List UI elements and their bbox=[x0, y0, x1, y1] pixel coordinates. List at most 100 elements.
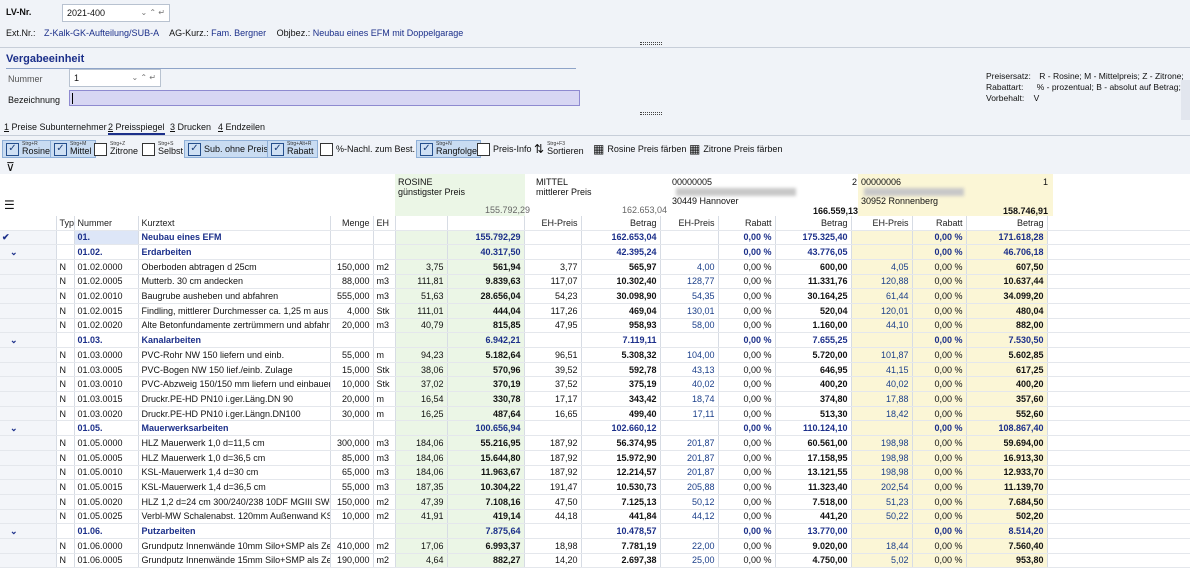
cell-nummer[interactable]: 01.03.0005 bbox=[74, 362, 139, 378]
cell-typ[interactable]: N bbox=[56, 553, 75, 569]
cell-bid2-betrag[interactable]: 59.694,00 bbox=[966, 435, 1048, 451]
cell-eh[interactable]: m2 bbox=[373, 509, 396, 525]
col-bid2-rabatt[interactable]: Rabatt bbox=[912, 216, 967, 231]
table-row[interactable]: N 01.02.0010 Baugrube ausheben und abfahre… bbox=[0, 288, 1190, 304]
cell-kurztext[interactable]: Grundputz Innenwände 10mm Silo+SMP als Z… bbox=[138, 538, 331, 554]
cell-bid1-ehpreis[interactable]: 18,74 bbox=[660, 391, 719, 407]
cell-bid1-betrag[interactable]: 11.331,76 bbox=[775, 274, 852, 290]
cell-rosine-ehpreis[interactable]: 37,02 bbox=[395, 376, 448, 393]
cell-rosine-betrag[interactable]: 7.108,16 bbox=[447, 494, 525, 510]
cell-mittel-betrag[interactable]: 343,42 bbox=[581, 391, 661, 407]
cell-bid1-betrag[interactable]: 110.124,10 bbox=[775, 420, 852, 437]
sub-ohne-preis-toggle[interactable]: ✓ Sub. ohne Preis bbox=[184, 140, 273, 158]
cell-nummer[interactable]: 01.05.0000 bbox=[74, 435, 139, 451]
cell-mittel-ehpreis[interactable]: 39,52 bbox=[524, 362, 582, 378]
cell-bid2-ehpreis[interactable]: 18,42 bbox=[851, 406, 913, 422]
col-typ[interactable]: Typ bbox=[56, 216, 75, 231]
cell-bid2-ehpreis[interactable] bbox=[851, 244, 913, 260]
cell-rosine-betrag[interactable]: 7.875,64 bbox=[447, 523, 525, 539]
cell-nummer[interactable]: 01.05.0010 bbox=[74, 465, 139, 481]
cell-bid1-betrag[interactable]: 13.770,00 bbox=[775, 523, 852, 539]
cell-bid2-betrag[interactable]: 171.618,28 bbox=[966, 230, 1048, 246]
cell-bid2-rabatt[interactable]: 0,00 % bbox=[912, 435, 967, 451]
cell-bid2-betrag[interactable]: 10.637,44 bbox=[966, 274, 1048, 290]
cell-bid1-rabatt[interactable]: 0,00 % bbox=[718, 465, 776, 481]
cell-mittel-ehpreis[interactable]: 187,92 bbox=[524, 450, 582, 466]
col-mittel-ehpreis[interactable]: EH-Preis bbox=[524, 216, 582, 231]
col-bid1-betrag[interactable]: Betrag bbox=[775, 216, 852, 231]
cell-typ[interactable]: N bbox=[56, 288, 75, 304]
cell-nummer[interactable]: 01.05.0020 bbox=[74, 494, 139, 510]
group-row[interactable]: ⌄ 01.06. Putzarbeiten 7.875,64 10.478,57 0,00… bbox=[0, 523, 1190, 539]
cell-rosine-ehpreis[interactable]: 111,01 bbox=[395, 303, 448, 319]
cell-mittel-ehpreis[interactable]: 117,26 bbox=[524, 303, 582, 319]
cell-bid1-rabatt[interactable]: 0,00 % bbox=[718, 450, 776, 466]
cell-rosine-betrag[interactable]: 370,19 bbox=[447, 376, 525, 393]
cell-kurztext[interactable]: Baugrube ausheben und abfahren bbox=[138, 288, 331, 304]
cell-rosine-betrag[interactable]: 6.942,21 bbox=[447, 332, 525, 348]
cell-bid1-rabatt[interactable]: 0,00 % bbox=[718, 303, 776, 319]
cell-mittel-betrag[interactable]: 7.119,11 bbox=[581, 332, 661, 348]
cell-bid1-betrag[interactable]: 9.020,00 bbox=[775, 538, 852, 554]
table-row[interactable]: N 01.05.0015 KSL-Mauerwerk 1,4 d=36,5 cm 55… bbox=[0, 479, 1190, 495]
cell-mittel-ehpreis[interactable]: 47,95 bbox=[524, 318, 582, 334]
cell-bid2-ehpreis[interactable]: 198,98 bbox=[851, 435, 913, 451]
expand-chevron-icon[interactable]: ⌄ bbox=[0, 332, 57, 348]
cell-bid1-betrag[interactable]: 60.561,00 bbox=[775, 435, 852, 451]
cell-mittel-betrag[interactable]: 10.478,57 bbox=[581, 523, 661, 539]
cell-rosine-ehpreis[interactable]: 51,63 bbox=[395, 288, 448, 304]
cell-bid2-rabatt[interactable]: 0,00 % bbox=[912, 244, 967, 260]
cell-bid1-rabatt[interactable]: 0,00 % bbox=[718, 274, 776, 290]
cell-eh[interactable]: m3 bbox=[373, 274, 396, 290]
cell-bid2-betrag[interactable]: 108.867,40 bbox=[966, 420, 1048, 437]
cell-typ[interactable]: N bbox=[56, 347, 75, 363]
cell-mittel-ehpreis[interactable] bbox=[524, 332, 582, 348]
cell-bid2-rabatt[interactable]: 0,00 % bbox=[912, 406, 967, 422]
cell-rosine-betrag[interactable]: 100.656,94 bbox=[447, 420, 525, 437]
col-bid1-rabatt[interactable]: Rabatt bbox=[718, 216, 776, 231]
cell-mittel-betrag[interactable]: 7.781,19 bbox=[581, 538, 661, 554]
cell-menge[interactable]: 20,000 bbox=[330, 318, 374, 334]
cell-mittel-betrag[interactable]: 7.125,13 bbox=[581, 494, 661, 510]
cell-menge[interactable]: 10,000 bbox=[330, 376, 374, 393]
cell-bid1-ehpreis[interactable]: 54,35 bbox=[660, 288, 719, 304]
cell-mittel-ehpreis[interactable] bbox=[524, 523, 582, 539]
cell-bid2-ehpreis[interactable]: 120,01 bbox=[851, 303, 913, 319]
cell-bid1-betrag[interactable]: 374,80 bbox=[775, 391, 852, 407]
cell-kurztext[interactable]: Grundputz Innenwände 15mm Silo+SMP als Z… bbox=[138, 553, 331, 569]
cell-kurztext[interactable]: PVC-Bogen NW 150 lief./einb. Zulage bbox=[138, 362, 331, 378]
cell-menge[interactable] bbox=[330, 523, 374, 539]
cell-mittel-betrag[interactable]: 30.098,90 bbox=[581, 288, 661, 304]
cell-typ[interactable] bbox=[56, 230, 75, 246]
cell-eh[interactable]: m bbox=[373, 347, 396, 363]
cell-bid2-ehpreis[interactable]: 61,44 bbox=[851, 288, 913, 304]
cell-bid1-ehpreis[interactable]: 58,00 bbox=[660, 318, 719, 334]
cell-typ[interactable]: N bbox=[56, 406, 75, 422]
cell-mittel-ehpreis[interactable]: 117,07 bbox=[524, 274, 582, 290]
cell-nummer[interactable]: 01. bbox=[74, 230, 139, 246]
cell-bid2-rabatt[interactable]: 0,00 % bbox=[912, 230, 967, 246]
cell-menge[interactable]: 190,000 bbox=[330, 553, 374, 569]
cell-bid1-ehpreis[interactable]: 130,01 bbox=[660, 303, 719, 319]
cell-bid2-ehpreis[interactable]: 202,54 bbox=[851, 479, 913, 495]
cell-bid2-ehpreis[interactable]: 41,15 bbox=[851, 362, 913, 378]
rangfolge-toggle[interactable]: ✓ Strg+N Rangfolge bbox=[416, 140, 482, 158]
cell-bid1-betrag[interactable]: 5.720,00 bbox=[775, 347, 852, 363]
col-eh[interactable]: EH bbox=[373, 216, 396, 231]
cell-bid1-ehpreis[interactable]: 201,87 bbox=[660, 435, 719, 451]
cell-eh[interactable]: m2 bbox=[373, 538, 396, 554]
cell-rosine-betrag[interactable]: 10.304,22 bbox=[447, 479, 525, 495]
cell-bid2-rabatt[interactable]: 0,00 % bbox=[912, 553, 967, 569]
cell-bid1-ehpreis[interactable] bbox=[660, 523, 719, 539]
cell-mittel-betrag[interactable]: 2.697,38 bbox=[581, 553, 661, 569]
cell-bid2-ehpreis[interactable]: 44,10 bbox=[851, 318, 913, 334]
col-bid2-betrag[interactable]: Betrag bbox=[966, 216, 1048, 231]
cell-bid2-rabatt[interactable]: 0,00 % bbox=[912, 362, 967, 378]
cell-bid2-ehpreis[interactable]: 198,98 bbox=[851, 465, 913, 481]
cell-bid1-rabatt[interactable]: 0,00 % bbox=[718, 538, 776, 554]
cell-bid2-betrag[interactable]: 5.602,85 bbox=[966, 347, 1048, 363]
cell-bid2-ehpreis[interactable] bbox=[851, 230, 913, 246]
cell-nummer[interactable]: 01.02.0015 bbox=[74, 303, 139, 319]
cell-eh[interactable] bbox=[373, 420, 396, 437]
cell-bid1-rabatt[interactable]: 0,00 % bbox=[718, 376, 776, 393]
